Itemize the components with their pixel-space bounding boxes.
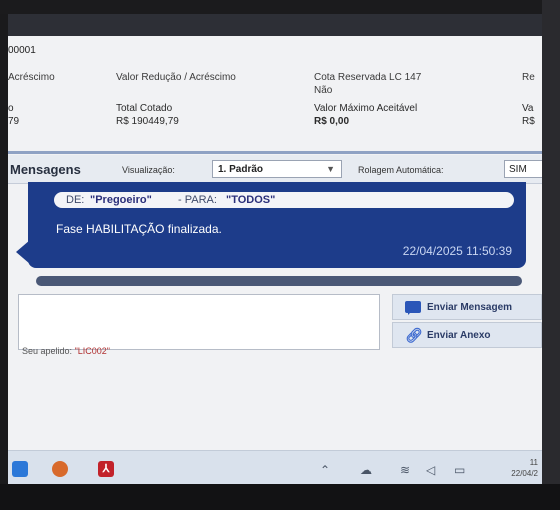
col-header-re: Re	[522, 72, 535, 83]
summary-value-valor-maximo: R$ 0,00	[314, 116, 350, 127]
summary-value-total-cotado: R$ 190449,79	[116, 116, 179, 127]
message-input[interactable]	[18, 294, 380, 350]
chevron-up-icon[interactable]: ⌃	[320, 463, 330, 477]
autoscroll-select[interactable]: SIM	[504, 160, 542, 178]
col-header-valor-reducao: Valor Redução / Acréscimo	[116, 72, 236, 83]
col-header-cota-reservada: Cota Reservada LC 147	[314, 72, 422, 83]
summary-value-0: 79	[8, 116, 20, 127]
summary-label-va: Va	[522, 103, 534, 114]
summary-value-rs: R$	[522, 116, 535, 127]
battery-icon[interactable]: ▭	[454, 463, 465, 477]
chevron-down-icon: ▼	[326, 164, 335, 174]
monitor-bezel-right	[542, 0, 560, 510]
chat-scroll-strip[interactable]	[36, 276, 522, 286]
message-para-label: - PARA:	[178, 194, 217, 206]
chat-message: DE: "Pregoeiro" - PARA: "TODOS" Fase HAB…	[28, 182, 526, 268]
autoscroll-label: Rolagem Automática:	[358, 165, 444, 175]
os-taskbar: ⅄ ⌃ ☁ ≋ ◁ ▭ 11 22/04/2	[8, 450, 542, 484]
send-attachment-button[interactable]: 🔗︎ Enviar Anexo	[392, 322, 542, 348]
nickname-line: Seu apelido: "LIC002"	[22, 346, 110, 356]
messages-title: Mensagens	[10, 162, 81, 177]
clock-date: 22/04/2	[511, 469, 538, 478]
send-message-button[interactable]: Enviar Mensagem	[392, 294, 542, 320]
windows-start-icon[interactable]	[12, 461, 28, 477]
message-recipient: "TODOS"	[226, 194, 276, 206]
process-id: 00001	[8, 45, 36, 56]
firefox-icon[interactable]	[52, 461, 68, 477]
paperclip-icon: 🔗︎	[405, 327, 423, 343]
summary-label-0: o	[8, 103, 14, 114]
message-de-label: DE:	[66, 194, 85, 206]
message-timestamp: 22/04/2025 11:50:39	[402, 244, 512, 258]
system-clock[interactable]: 11 22/04/2	[511, 457, 538, 479]
browser-top-band	[8, 14, 542, 36]
message-sender: "Pregoeiro"	[90, 194, 152, 206]
chat-icon	[405, 301, 421, 315]
autoscroll-value: SIM	[509, 164, 527, 175]
cota-reservada-value: Não	[314, 85, 333, 96]
summary-label-valor-maximo: Valor Máximo Aceitável	[314, 103, 418, 114]
summary-label-total-cotado: Total Cotado	[116, 103, 173, 114]
nickname-label: Seu apelido:	[22, 346, 73, 356]
view-select[interactable]: 1. Padrão ▼	[212, 160, 342, 178]
pdf-reader-icon[interactable]: ⅄	[98, 461, 114, 477]
send-message-label: Enviar Mensagem	[427, 302, 513, 313]
section-divider	[8, 151, 542, 154]
monitor-bezel-top	[0, 0, 560, 14]
volume-icon[interactable]: ◁	[426, 463, 435, 477]
messages-toolbar: Mensagens Visualização: 1. Padrão ▼ Rola…	[8, 155, 542, 184]
chat-message-header: DE: "Pregoeiro" - PARA: "TODOS"	[54, 192, 514, 208]
cloud-icon[interactable]: ☁	[360, 463, 372, 477]
message-text: Fase HABILITAÇÃO finalizada.	[56, 222, 222, 236]
nickname-value: "LIC002"	[74, 346, 110, 356]
monitor-bezel-bottom	[0, 484, 560, 510]
clock-time: 11	[529, 458, 538, 467]
view-label: Visualização:	[122, 165, 175, 175]
wifi-icon[interactable]: ≋	[400, 463, 410, 477]
send-attachment-label: Enviar Anexo	[427, 330, 491, 341]
view-select-value: 1. Padrão	[218, 164, 264, 175]
col-header-acrescimo: Acréscimo	[8, 72, 55, 83]
screen: 00001 Acréscimo Valor Redução / Acréscim…	[8, 14, 542, 484]
